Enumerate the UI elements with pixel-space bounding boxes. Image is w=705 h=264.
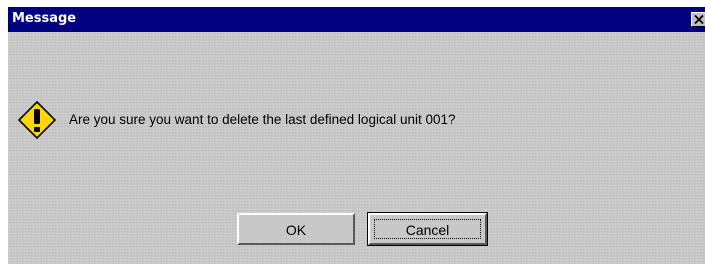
- cancel-button-label: Cancel: [374, 219, 481, 239]
- cancel-button[interactable]: Cancel: [367, 212, 488, 246]
- warning-exclamation-icon: [17, 100, 57, 140]
- close-button[interactable]: [691, 12, 705, 27]
- dialog-message: Are you sure you want to delete the last…: [69, 112, 456, 127]
- ok-button[interactable]: OK: [237, 213, 355, 245]
- title-bar[interactable]: Message: [8, 7, 705, 32]
- window-title: Message: [12, 11, 77, 26]
- message-dialog: Message Are you sure you want to delete …: [8, 7, 705, 264]
- close-icon: [694, 15, 704, 24]
